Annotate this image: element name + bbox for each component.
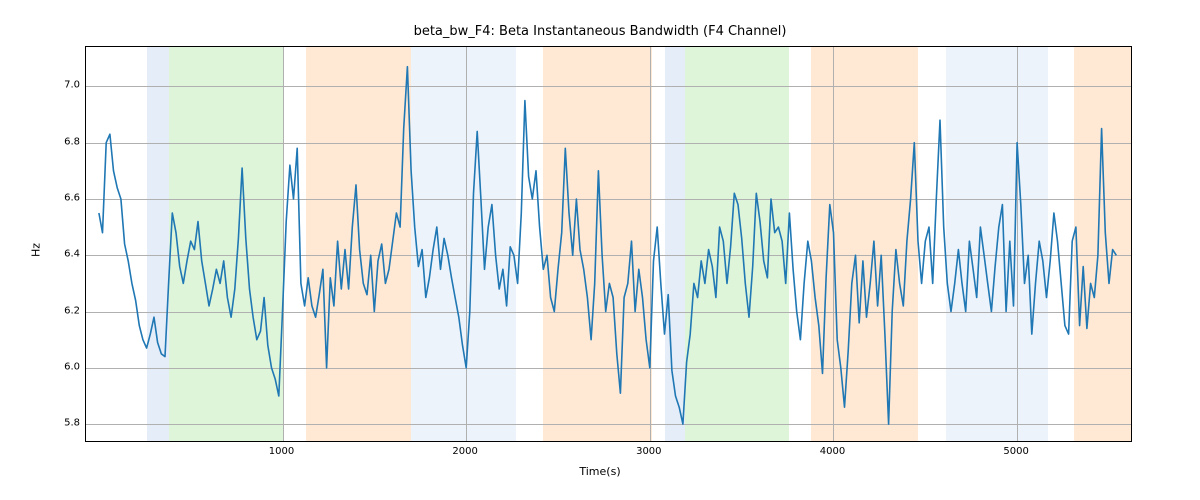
x-tick-label: 3000 (636, 446, 661, 457)
y-tick-label: 6.2 (60, 305, 80, 316)
x-tick-label: 2000 (452, 446, 477, 457)
y-tick-label: 5.8 (60, 418, 80, 429)
y-tick-label: 6.8 (60, 136, 80, 147)
plot-area (85, 46, 1132, 442)
line-series (86, 47, 1131, 441)
y-axis-label: Hz (30, 243, 43, 257)
y-tick-label: 6.0 (60, 361, 80, 372)
y-tick-label: 7.0 (60, 80, 80, 91)
y-tick-label: 6.6 (60, 192, 80, 203)
y-tick-label: 6.4 (60, 249, 80, 260)
chart-title: beta_bw_F4: Beta Instantaneous Bandwidth… (0, 24, 1200, 39)
x-axis-label: Time(s) (0, 465, 1200, 478)
x-tick-label: 1000 (269, 446, 294, 457)
x-tick-label: 4000 (820, 446, 845, 457)
chart-figure: beta_bw_F4: Beta Instantaneous Bandwidth… (0, 0, 1200, 500)
x-tick-label: 5000 (1003, 446, 1028, 457)
